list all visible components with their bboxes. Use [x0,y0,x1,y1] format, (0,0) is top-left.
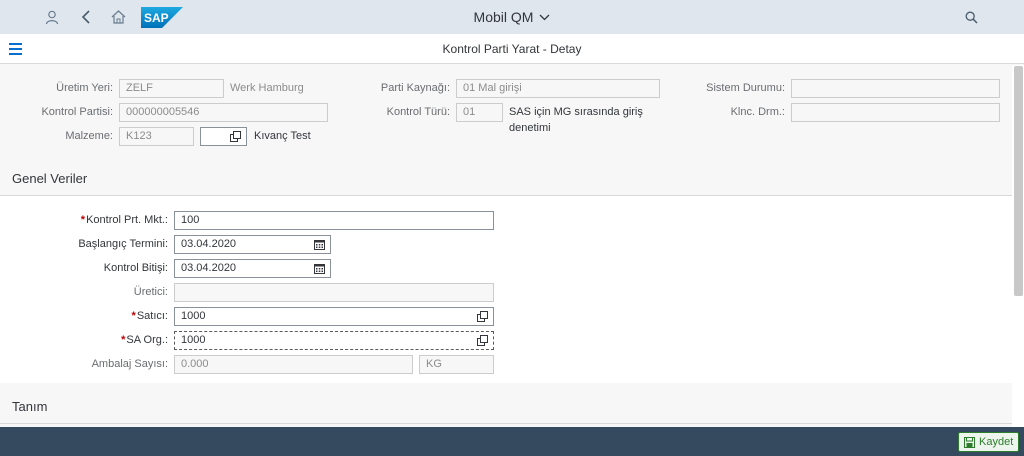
satici-input[interactable]: 1000 [174,307,494,326]
sa-org-value: 1000 [181,334,206,346]
search-icon[interactable] [962,8,980,26]
section-divider [0,423,1012,424]
kontrol-prt-mkt-label: *Kontrol Prt. Mkt.: [80,214,168,226]
malzeme-label: Malzeme: [65,130,113,142]
baslangic-termini-datepicker[interactable]: 03.04.2020 [174,235,331,254]
value-help-icon[interactable] [477,311,488,322]
satici-value: 1000 [181,310,206,322]
parti-kaynagi-field: 01 Mal girişi [456,79,660,98]
ambalaj-sayisi-label: Ambalaj Sayısı: [91,358,168,370]
page-header: Kontrol Parti Yarat - Detay [0,34,1024,64]
kontrol-partisi-field: 000000005546 [119,103,328,122]
malzeme-field: K123 [119,127,194,146]
app-title-menu[interactable]: Mobil QM [474,9,551,25]
scrollbar-thumb[interactable] [1014,66,1023,296]
malzeme-value-help[interactable] [200,127,247,146]
parti-kaynagi-label: Parti Kaynağı: [380,82,450,94]
ambalaj-sayisi-unit: KG [419,355,494,374]
kontrol-prt-mkt-input[interactable]: 100 [174,211,494,230]
kontrol-partisi-label: Kontrol Partisi: [41,106,113,118]
sa-org-label: *SA Org.: [121,334,168,346]
calendar-icon[interactable] [314,263,325,274]
chevron-down-icon [539,14,550,20]
value-help-icon [230,131,241,142]
page-title: Kontrol Parti Yarat - Detay [442,42,582,56]
kontrol-bitisi-datepicker[interactable]: 03.04.2020 [174,259,331,278]
kontrol-bitisi-label: Kontrol Bitişi: [103,262,168,274]
app-title: Mobil QM [473,9,534,25]
uretim-yeri-label: Üretim Yeri: [56,82,113,94]
ambalaj-sayisi-field: 0.000 [174,355,413,374]
tanim-title: Tanım [12,399,48,414]
save-button-label: Kaydet [979,436,1014,448]
malzeme-description: Kıvanç Test [254,130,311,142]
genel-veriler-title: Genel Veriler [12,171,88,186]
kontrol-turu-label: Kontrol Türü: [386,106,450,118]
kontrol-bitisi-value: 03.04.2020 [181,262,237,274]
sistem-durumu-label: Sistem Durumu: [706,82,785,94]
kontrol-turu-field: 01 [456,103,503,122]
uretim-yeri-field: ZELF [119,79,224,98]
detail-form: Üretim Yeri: ZELF Werk Hamburg Kontrol P… [0,65,1012,427]
baslangic-termini-value: 03.04.2020 [181,238,237,250]
uretim-yeri-description: Werk Hamburg [230,82,304,94]
value-help-icon[interactable] [477,335,488,346]
save-button[interactable]: Kaydet [958,432,1019,452]
sa-org-input[interactable]: 1000 [174,331,494,350]
klnc-drm-label: Klnc. Drm.: [730,106,785,118]
footer-bar [0,427,1024,456]
sistem-durumu-field [791,79,1000,98]
calendar-icon[interactable] [314,239,325,250]
kontrol-turu-description-line1: SAS için MG sırasında giriş [509,106,643,118]
satici-label: *Satıcı: [131,310,168,322]
uretici-label: Üretici: [133,286,168,298]
kontrol-turu-description-line2: denetimi [509,122,551,134]
klnc-drm-field [791,103,1000,122]
save-icon [964,436,975,448]
baslangic-termini-label: Başlangıç Termini: [78,238,168,250]
shell-bar: SAP Mobil QM [0,0,1024,34]
uretici-field [174,283,494,302]
